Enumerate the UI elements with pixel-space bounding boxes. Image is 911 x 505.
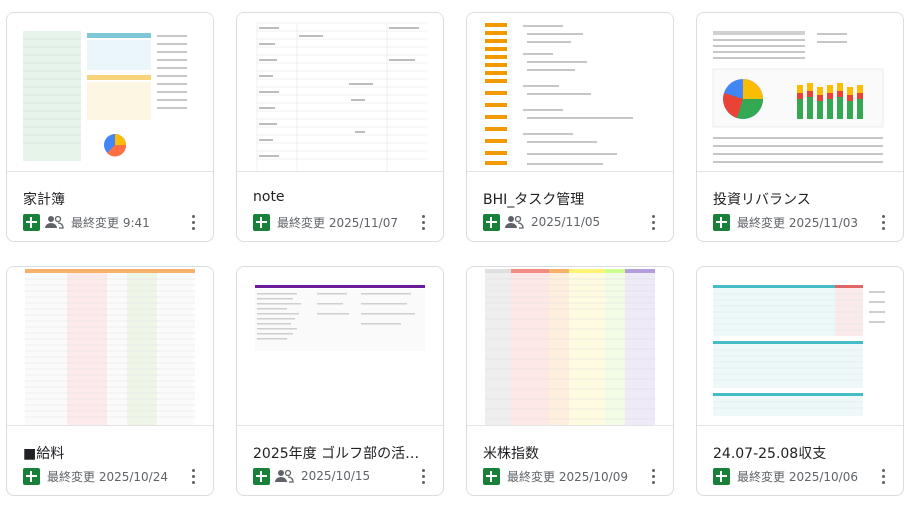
file-thumbnail[interactable] xyxy=(697,13,903,172)
more-vert-icon[interactable] xyxy=(413,211,433,233)
people-icon xyxy=(505,215,524,229)
file-card[interactable]: 24.07-25.08収支 最終変更 2025/10/06 xyxy=(696,266,904,496)
file-meta: 最終変更 9:41 xyxy=(23,213,183,231)
people-icon xyxy=(275,469,294,483)
file-meta: 最終変更 2025/11/07 xyxy=(253,213,413,231)
file-title[interactable]: 米株指数 xyxy=(483,443,659,463)
modified-date: 最終変更 9:41 xyxy=(71,215,150,230)
thumbnail-preview xyxy=(237,267,443,425)
file-thumbnail[interactable] xyxy=(467,13,673,172)
modified-date: 最終変更 2025/10/24 xyxy=(47,469,168,484)
google-sheets-icon xyxy=(713,213,730,231)
more-vert-icon[interactable] xyxy=(183,465,203,487)
file-card[interactable]: ■給料 最終変更 2025/10/24 xyxy=(6,266,214,496)
more-vert-icon[interactable] xyxy=(873,211,893,233)
thumbnail-preview xyxy=(697,267,903,425)
modified-date: 最終変更 2025/10/09 xyxy=(507,469,628,484)
thumbnail-preview xyxy=(467,267,673,425)
google-sheets-icon xyxy=(23,213,40,231)
file-card[interactable]: 投資リバランス 最終変更 2025/11/03 xyxy=(696,12,904,242)
file-card[interactable]: note 最終変更 2025/11/07 xyxy=(236,12,444,242)
google-sheets-icon xyxy=(483,467,500,485)
modified-date: 最終変更 2025/11/03 xyxy=(737,215,858,230)
more-vert-icon[interactable] xyxy=(413,465,433,487)
google-sheets-icon xyxy=(253,467,270,485)
more-vert-icon[interactable] xyxy=(643,211,663,233)
file-thumbnail[interactable] xyxy=(7,13,213,172)
modified-date: 最終変更 2025/10/06 xyxy=(737,469,858,484)
modified-date: 最終変更 2025/11/07 xyxy=(277,215,398,230)
more-vert-icon[interactable] xyxy=(183,211,203,233)
google-sheets-icon xyxy=(23,467,40,485)
file-title[interactable]: 2025年度 ゴルフ部の活動... xyxy=(253,443,429,463)
google-sheets-icon xyxy=(483,213,500,231)
more-vert-icon[interactable] xyxy=(643,465,663,487)
google-sheets-icon xyxy=(253,213,270,231)
file-title[interactable]: 家計簿 xyxy=(23,189,199,209)
file-title[interactable]: BHI_タスク管理 xyxy=(483,189,659,209)
modified-date: 2025/10/15 xyxy=(301,469,371,483)
file-card[interactable]: 家計簿 最終変更 9:41 xyxy=(6,12,214,242)
modified-date: 2025/11/05 xyxy=(531,215,601,229)
file-meta: 2025/10/15 xyxy=(253,467,413,485)
file-meta: 2025/11/05 xyxy=(483,213,643,231)
thumbnail-preview xyxy=(7,13,213,171)
file-thumbnail[interactable] xyxy=(237,267,443,426)
thumbnail-preview xyxy=(697,13,903,171)
file-thumbnail[interactable] xyxy=(697,267,903,426)
file-thumbnail[interactable] xyxy=(237,13,443,172)
file-title[interactable]: ■給料 xyxy=(23,443,199,463)
thumbnail-preview xyxy=(7,267,213,425)
more-vert-icon[interactable] xyxy=(873,465,893,487)
people-icon xyxy=(45,215,64,229)
file-thumbnail[interactable] xyxy=(7,267,213,426)
file-title[interactable]: 24.07-25.08収支 xyxy=(713,443,889,463)
file-title[interactable]: 投資リバランス xyxy=(713,189,889,209)
file-card[interactable]: 米株指数 最終変更 2025/10/09 xyxy=(466,266,674,496)
file-title[interactable]: note xyxy=(253,189,429,205)
thumbnail-preview xyxy=(467,13,673,171)
file-grid: 家計簿 最終変更 9:41 note 最終変更 2025/11/07 BHI_タ… xyxy=(0,0,911,505)
thumbnail-preview xyxy=(237,13,443,171)
google-sheets-icon xyxy=(713,467,730,485)
file-card[interactable]: 2025年度 ゴルフ部の活動... 2025/10/15 xyxy=(236,266,444,496)
file-meta: 最終変更 2025/10/09 xyxy=(483,467,643,485)
file-thumbnail[interactable] xyxy=(467,267,673,426)
file-meta: 最終変更 2025/11/03 xyxy=(713,213,873,231)
file-meta: 最終変更 2025/10/24 xyxy=(23,467,183,485)
file-meta: 最終変更 2025/10/06 xyxy=(713,467,873,485)
file-card[interactable]: BHI_タスク管理 2025/11/05 xyxy=(466,12,674,242)
